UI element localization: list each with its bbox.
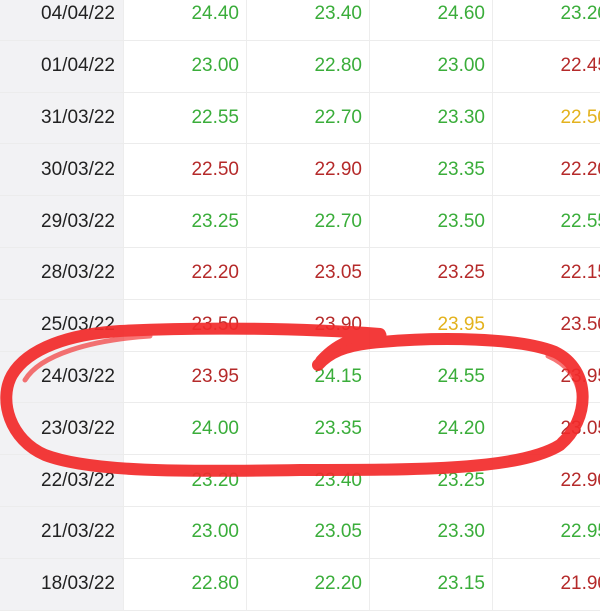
value-cell: 23.25 xyxy=(369,455,493,506)
table-row[interactable]: 24/03/22 23.95 24.15 24.55 23.95 xyxy=(0,351,600,404)
value-cell: 23.50 xyxy=(123,299,247,351)
value-cell: 23.30 xyxy=(369,92,493,144)
value-cell: 23.00 xyxy=(123,506,247,558)
table-row[interactable]: 28/03/22 22.20 23.05 23.25 22.15 xyxy=(0,247,600,300)
value-cell: 23.95 xyxy=(369,299,493,351)
table-row[interactable]: 01/04/22 23.00 22.80 23.00 22.45 xyxy=(0,40,600,93)
date-label: 30/03/22 xyxy=(41,158,115,180)
value-cell: 22.90 xyxy=(492,455,600,506)
value-cell: 24.55 xyxy=(369,351,493,403)
date-cell: 25/03/22 xyxy=(0,299,123,351)
value-cell: 23.50 xyxy=(369,196,493,247)
date-cell: 30/03/22 xyxy=(0,144,123,196)
value-cell: 22.50 xyxy=(123,144,247,196)
value-cell: 21.90 xyxy=(492,558,600,610)
value-cell: 22.70 xyxy=(246,92,370,144)
value-cell: 24.40 xyxy=(123,0,247,40)
date-cell: 24/03/22 xyxy=(0,351,123,403)
date-label: 18/03/22 xyxy=(41,573,115,595)
date-cell: 23/03/22 xyxy=(0,403,123,455)
date-label: 25/03/22 xyxy=(41,314,115,336)
value-cell: 23.20 xyxy=(492,0,600,40)
value-cell: 23.20 xyxy=(123,455,247,506)
date-label: 01/04/22 xyxy=(41,55,115,77)
value-cell: 22.45 xyxy=(492,40,600,92)
value-cell: 24.20 xyxy=(369,403,493,455)
value-cell: 23.35 xyxy=(369,144,493,196)
value-cell: 23.25 xyxy=(123,196,247,247)
date-label: 29/03/22 xyxy=(41,210,115,232)
date-cell: 22/03/22 xyxy=(0,455,123,506)
table-row[interactable]: 30/03/22 22.50 22.90 23.35 22.20 xyxy=(0,144,600,197)
value-cell: 22.95 xyxy=(492,506,600,558)
date-label: 23/03/22 xyxy=(41,417,115,439)
date-cell: 31/03/22 xyxy=(0,92,123,144)
value-cell: 23.05 xyxy=(492,403,600,455)
value-cell: 23.00 xyxy=(369,40,493,92)
date-cell: 04/04/22 xyxy=(0,0,123,40)
value-cell: 23.35 xyxy=(246,403,370,455)
table-row[interactable]: 18/03/22 22.80 22.20 23.15 21.90 xyxy=(0,558,600,611)
value-cell: 22.55 xyxy=(492,196,600,247)
date-label: 04/04/22 xyxy=(41,3,115,25)
table-row[interactable]: 04/04/22 24.40 23.40 24.60 23.20 xyxy=(0,0,600,41)
value-cell: 23.30 xyxy=(369,506,493,558)
date-label: 24/03/22 xyxy=(41,365,115,387)
table-row[interactable]: 21/03/22 23.00 23.05 23.30 22.95 xyxy=(0,506,600,559)
table-row[interactable]: 29/03/22 23.25 22.70 23.50 22.55 xyxy=(0,196,600,248)
date-cell: 18/03/22 xyxy=(0,558,123,610)
value-cell: 23.40 xyxy=(246,455,370,506)
price-table: 04/04/22 24.40 23.40 24.60 23.20 01/04/2… xyxy=(0,0,600,611)
value-cell: 23.15 xyxy=(369,558,493,610)
value-cell: 23.40 xyxy=(246,0,370,40)
date-cell: 01/04/22 xyxy=(0,40,123,92)
value-cell: 23.00 xyxy=(123,40,247,92)
date-cell: 29/03/22 xyxy=(0,196,123,247)
date-label: 21/03/22 xyxy=(41,521,115,543)
table-row[interactable]: 25/03/22 23.50 23.90 23.95 23.50 xyxy=(0,299,600,352)
value-cell: 24.00 xyxy=(123,403,247,455)
value-cell: 24.60 xyxy=(369,0,493,40)
value-cell: 22.20 xyxy=(123,247,247,299)
value-cell: 22.15 xyxy=(492,247,600,299)
value-cell: 24.15 xyxy=(246,351,370,403)
value-cell: 23.90 xyxy=(246,299,370,351)
table-row[interactable]: 23/03/22 24.00 23.35 24.20 23.05 xyxy=(0,403,600,456)
value-cell: 22.90 xyxy=(246,144,370,196)
date-label: 28/03/22 xyxy=(41,262,115,284)
value-cell: 23.50 xyxy=(492,299,600,351)
value-cell: 23.95 xyxy=(123,351,247,403)
value-cell: 23.05 xyxy=(246,506,370,558)
value-cell: 22.50 xyxy=(492,92,600,144)
value-cell: 22.70 xyxy=(246,196,370,247)
date-cell: 28/03/22 xyxy=(0,247,123,299)
date-label: 22/03/22 xyxy=(41,469,115,491)
table-row[interactable]: 31/03/22 22.55 22.70 23.30 22.50 xyxy=(0,92,600,145)
value-cell: 22.80 xyxy=(246,40,370,92)
date-label: 31/03/22 xyxy=(41,106,115,128)
value-cell: 22.80 xyxy=(123,558,247,610)
date-cell: 21/03/22 xyxy=(0,506,123,558)
value-cell: 22.55 xyxy=(123,92,247,144)
value-cell: 23.95 xyxy=(492,351,600,403)
value-cell: 22.20 xyxy=(246,558,370,610)
value-cell: 22.20 xyxy=(492,144,600,196)
value-cell: 23.25 xyxy=(369,247,493,299)
value-cell: 23.05 xyxy=(246,247,370,299)
table-row[interactable]: 22/03/22 23.20 23.40 23.25 22.90 xyxy=(0,455,600,507)
